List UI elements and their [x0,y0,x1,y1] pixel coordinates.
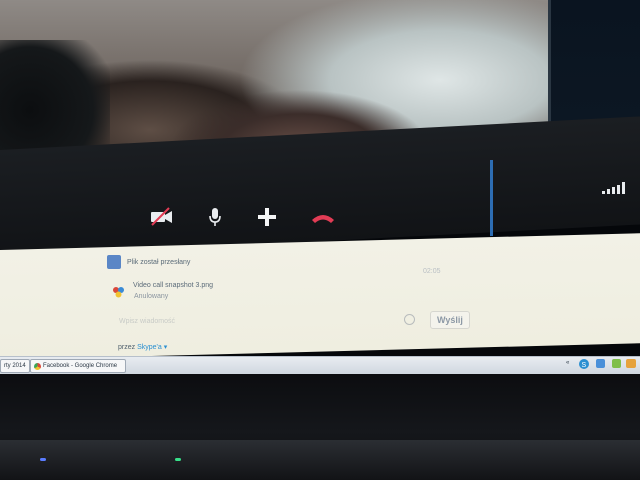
chat-panel [0,233,640,360]
message-time: 02:05 [423,268,441,275]
hang-up-button[interactable] [306,200,340,234]
via-skype-label: przez Skype'a ▾ [118,344,168,351]
microphone-icon [209,208,221,226]
taskbar-item-chrome[interactable]: Facebook - Google Chrome [30,359,126,373]
file-transfer-icon [107,255,121,269]
svg-text:S: S [582,362,587,369]
network-icon[interactable] [596,359,605,368]
skype-link[interactable]: Skype'a [137,344,162,351]
wifi-led-icon [175,458,181,461]
skype-tray-icon[interactable]: S [578,358,590,370]
send-button[interactable]: Wyślij [430,311,470,329]
file-name-link[interactable]: Video call snapshot 3.png [133,282,213,289]
add-participant-button[interactable] [250,200,284,234]
video-off-icon [151,207,172,226]
tray-expand-button[interactable]: « [566,360,569,366]
message-input[interactable]: Wpisz wiadomość [119,318,175,325]
file-status: Anulowany [134,293,169,300]
chevron-down-icon[interactable]: ▾ [162,344,168,351]
plus-icon [258,208,276,226]
video-toggle-button[interactable] [145,200,179,234]
bar-accent-line [490,160,493,236]
image-file-icon [112,285,126,299]
taskbar-item-left[interactable]: rty 2014 [0,359,30,373]
mute-button[interactable] [198,200,232,234]
laptop-base [0,440,640,480]
message-text: Plik został przesłany [127,259,191,266]
signal-strength-icon [602,182,625,194]
hang-up-icon [312,215,334,223]
security-icon[interactable] [612,359,621,368]
chrome-icon [34,362,41,370]
power-led-icon [40,458,46,461]
emoticon-icon[interactable] [404,314,415,325]
volume-icon[interactable] [626,359,636,368]
